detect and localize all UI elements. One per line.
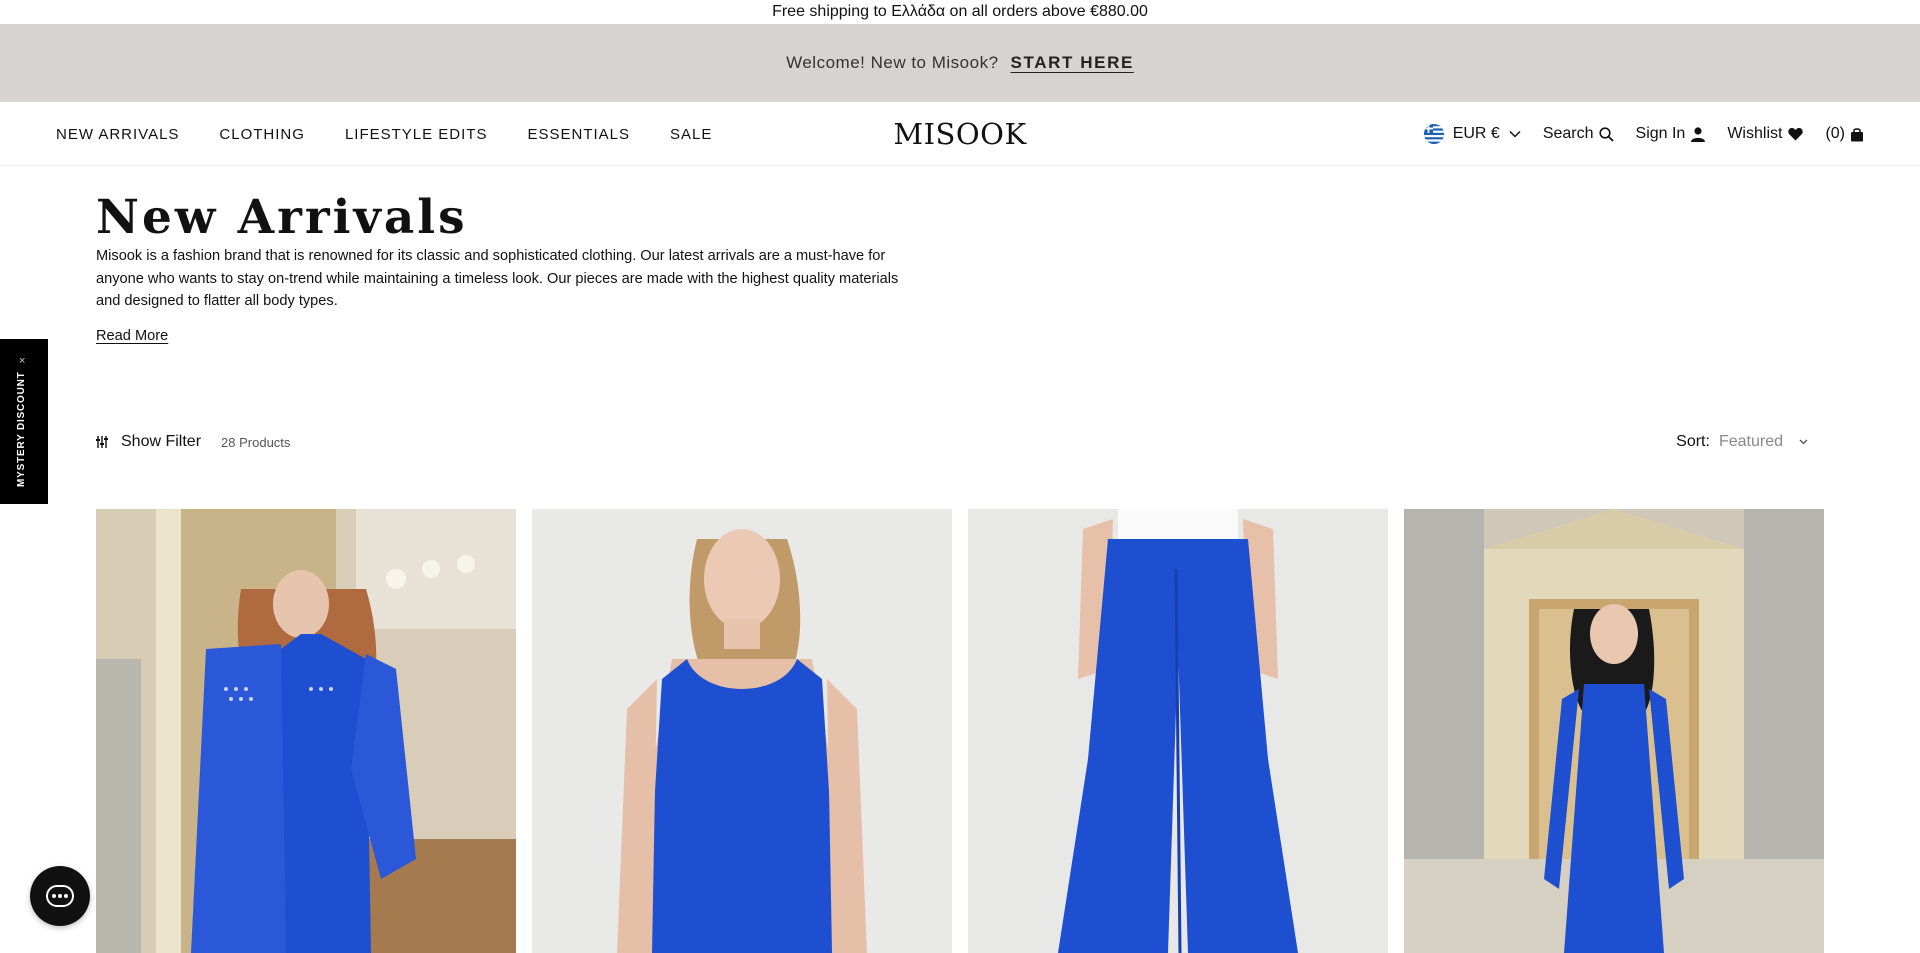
sort-dropdown[interactable]: Sort: Featured	[1676, 431, 1808, 453]
chevron-down-icon	[1509, 130, 1521, 138]
model-blue-tank-image[interactable]	[532, 509, 952, 953]
sign-in-button[interactable]: Sign In	[1636, 125, 1706, 143]
shipping-text: Free shipping to Ελλάδα on all orders ab…	[772, 3, 1148, 20]
wishlist-label: Wishlist	[1727, 125, 1783, 142]
product-card[interactable]	[1404, 509, 1824, 953]
search-icon	[1598, 126, 1614, 142]
misook-logo[interactable]: MISOOK	[893, 116, 1026, 152]
header-utilities: EUR € Search Sign In Wishlist (0)	[1423, 102, 1864, 166]
search-button[interactable]: Search	[1543, 125, 1614, 143]
model-blue-cardigan-image[interactable]	[96, 509, 516, 953]
read-more-link[interactable]: Read More	[96, 328, 168, 344]
shopping-bag-icon	[1851, 127, 1863, 141]
sort-value: Featured	[1718, 433, 1783, 450]
filter-toolbar: Show Filter 28 Products	[96, 431, 290, 453]
shipping-announcement-bar: Free shipping to Ελλάδα on all orders ab…	[0, 0, 1920, 24]
product-grid	[96, 509, 1824, 953]
sort-label: Sort:	[1676, 433, 1710, 450]
product-card[interactable]	[96, 509, 516, 953]
wishlist-button[interactable]: Wishlist	[1727, 125, 1804, 143]
show-filter-button[interactable]: Show Filter	[96, 433, 201, 451]
chat-widget-button[interactable]	[30, 866, 90, 926]
chevron-down-icon	[1799, 439, 1808, 445]
cart-count: (0)	[1825, 125, 1845, 142]
start-here-link[interactable]: START HERE	[1011, 53, 1134, 73]
main-nav: NEW ARRIVALS CLOTHING LIFESTYLE EDITS ES…	[56, 102, 752, 166]
chat-bubble-icon	[46, 885, 74, 907]
currency-label: EUR €	[1452, 125, 1500, 142]
heart-icon	[1788, 127, 1804, 141]
filter-sliders-icon	[96, 436, 108, 448]
nav-clothing[interactable]: CLOTHING	[219, 126, 305, 143]
welcome-banner: Welcome! New to Misook? START HERE	[0, 24, 1920, 102]
mystery-discount-label: MYSTERY DISCOUNT	[16, 371, 27, 487]
user-icon	[1691, 126, 1706, 142]
close-icon[interactable]: ×	[19, 355, 25, 367]
nav-lifestyle-edits[interactable]: LIFESTYLE EDITS	[345, 126, 488, 143]
welcome-text: Welcome! New to Misook?	[786, 53, 999, 72]
site-header: NEW ARRIVALS CLOTHING LIFESTYLE EDITS ES…	[0, 102, 1920, 166]
page-title: New Arrivals	[96, 190, 468, 245]
product-card[interactable]	[532, 509, 952, 953]
nav-new-arrivals[interactable]: NEW ARRIVALS	[56, 126, 179, 143]
collection-description: Misook is a fashion brand that is renown…	[96, 248, 899, 309]
blue-wide-pants-image[interactable]	[968, 509, 1388, 953]
product-card[interactable]	[968, 509, 1388, 953]
sign-in-label: Sign In	[1635, 125, 1686, 142]
cart-button[interactable]: (0)	[1825, 125, 1864, 143]
nav-essentials[interactable]: ESSENTIALS	[527, 126, 630, 143]
greece-flag-icon	[1423, 124, 1444, 144]
show-filter-label: Show Filter	[121, 433, 202, 450]
nav-sale[interactable]: SALE	[670, 126, 712, 143]
currency-selector[interactable]: EUR €	[1423, 124, 1521, 144]
mystery-discount-tab[interactable]: × MYSTERY DISCOUNT	[0, 339, 48, 504]
model-blue-dress-image[interactable]	[1404, 509, 1824, 953]
search-label: Search	[1542, 125, 1594, 142]
product-count: 28 Products	[221, 434, 291, 450]
